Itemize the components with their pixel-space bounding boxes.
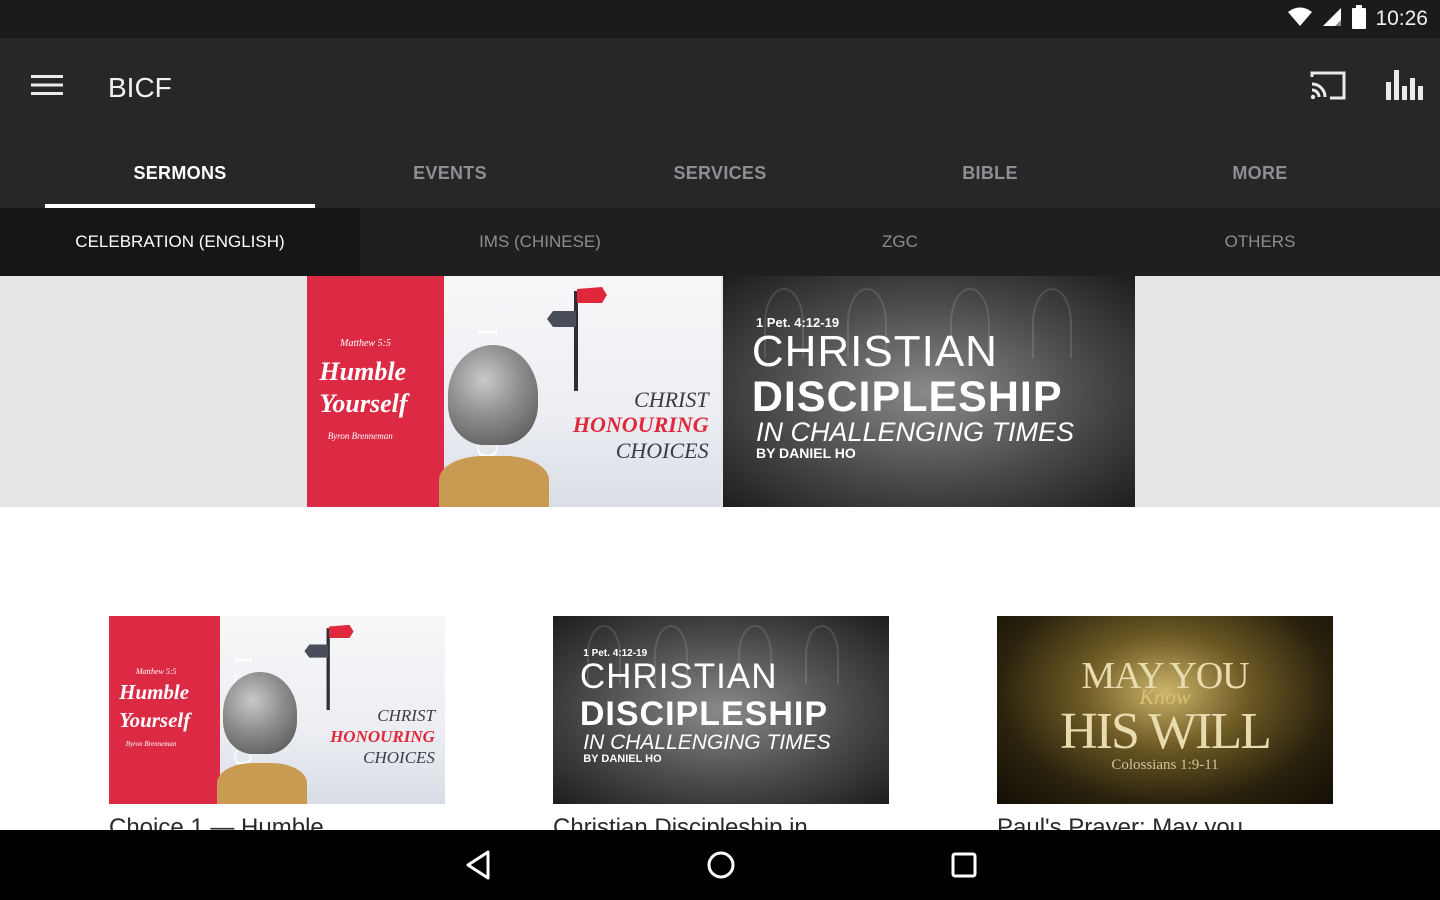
system-nav-bar (0, 830, 1440, 900)
featured-banner: Matthew 5:5 Humble Yourself Byron Brenne… (0, 276, 1440, 507)
sermon-card-thumbnail[interactable]: Matthew 5:5 Humble Yourself Byron Brenne… (109, 616, 445, 804)
hamburger-menu-icon (31, 75, 63, 95)
cast-button[interactable] (1308, 68, 1348, 104)
sermon-grid: Matthew 5:5 Humble Yourself Byron Brenne… (0, 507, 1440, 830)
sermon-card-thumbnail[interactable]: 1 Pet. 4:12-19 CHRISTIAN DISCIPLESHIP IN… (553, 616, 889, 804)
home-circle-icon (707, 851, 735, 879)
signpost-icon (547, 286, 608, 391)
sermon-card[interactable]: 1 Pet. 4:12-19 CHRISTIAN DISCIPLESHIP IN… (553, 616, 889, 830)
subtab-zgc[interactable]: ZGC (720, 208, 1080, 276)
tab-more[interactable]: MORE (1125, 138, 1395, 208)
knit-hat-figure (447, 345, 538, 446)
app-bar: BICF (0, 38, 1440, 138)
app-title: BICF (108, 72, 172, 103)
banner-choice-artwork[interactable]: Matthew 5:5 Humble Yourself Byron Brenne… (307, 276, 721, 507)
tab-sermons[interactable]: SERMONS (45, 138, 315, 208)
sermon-card-title[interactable]: Paul's Prayer: May you (997, 814, 1333, 830)
sermon-card-thumbnail[interactable]: MAY YOU Know HIS WILL Colossians 1:9-11 (997, 616, 1333, 804)
wifi-icon (1287, 6, 1313, 33)
banner-discipleship-artwork[interactable]: 1 Pet. 4:12-19 CHRISTIAN DISCIPLESHIP IN… (723, 276, 1135, 507)
status-time: 10:26 (1375, 7, 1428, 30)
sub-tab-bar: CELEBRATION (ENGLISH) IMS (CHINESE) ZGC … (0, 208, 1440, 276)
menu-button[interactable] (30, 72, 70, 104)
back-button[interactable] (460, 848, 500, 882)
cast-icon (1310, 71, 1346, 100)
status-bar: 10:26 (0, 0, 1440, 38)
subtab-celebration-english[interactable]: CELEBRATION (ENGLISH) (0, 208, 360, 276)
sermon-card[interactable]: Matthew 5:5 Humble Yourself Byron Brenne… (109, 616, 445, 830)
stats-button[interactable] (1384, 68, 1424, 104)
sermon-card[interactable]: MAY YOU Know HIS WILL Colossians 1:9-11 … (997, 616, 1333, 830)
recents-button[interactable] (946, 848, 986, 882)
battery-icon (1351, 4, 1367, 34)
tab-bible[interactable]: BIBLE (855, 138, 1125, 208)
subtab-others[interactable]: OTHERS (1080, 208, 1440, 276)
subtab-ims-chinese[interactable]: IMS (CHINESE) (360, 208, 720, 276)
main-tab-bar: SERMONS EVENTS SERVICES BIBLE MORE (0, 138, 1440, 208)
bar-chart-icon (1386, 70, 1423, 100)
tab-events[interactable]: EVENTS (315, 138, 585, 208)
sermon-card-title[interactable]: Christian Discipleship in (553, 814, 889, 830)
knit-hat-figure (223, 672, 298, 755)
signpost-icon (304, 624, 354, 710)
back-triangle-icon (466, 850, 490, 880)
sermon-card-title[interactable]: Choice 1 — Humble (109, 814, 445, 830)
tab-services[interactable]: SERVICES (585, 138, 855, 208)
signal-icon (1321, 6, 1343, 33)
status-icons: 10:26 (1287, 4, 1428, 34)
home-button[interactable] (703, 848, 743, 882)
recents-square-icon (951, 852, 977, 878)
